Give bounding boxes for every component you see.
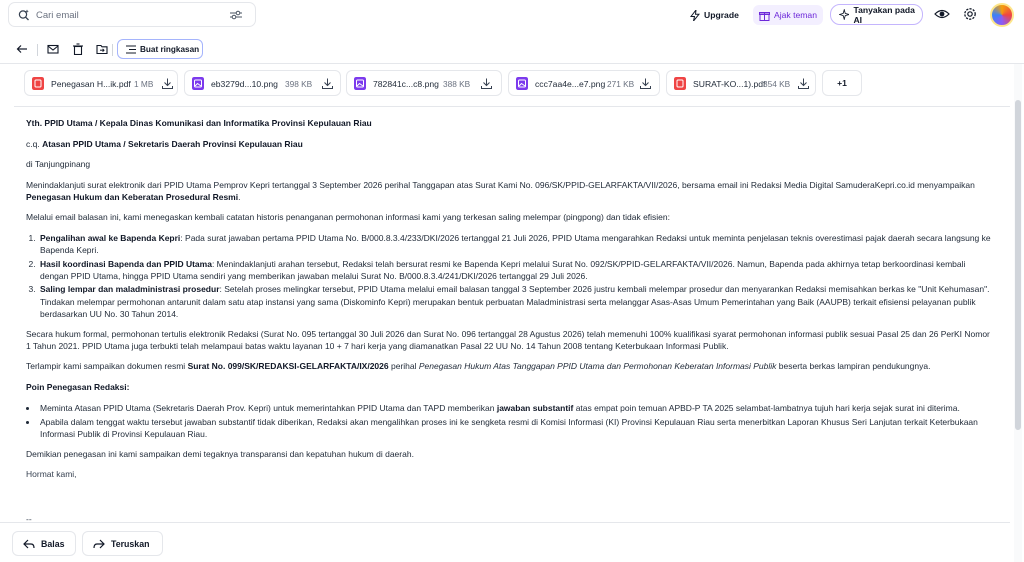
invite-friend-button[interactable]: Ajak teman: [753, 5, 823, 25]
search-box[interactable]: Cari email: [8, 2, 256, 27]
toolbar-divider: [112, 44, 113, 56]
attached-text: Terlampir kami sampaikan dokumen resmi: [26, 361, 188, 372]
gear-icon[interactable]: [962, 6, 978, 22]
download-icon[interactable]: [322, 78, 333, 89]
download-icon[interactable]: [481, 78, 492, 89]
bullet-text: atas empat poin temuan APBD-P TA 2025 se…: [573, 402, 960, 413]
attachment-chip[interactable]: Penegasan H...ik.pdf 1 MB: [24, 70, 178, 96]
attachment-chip[interactable]: 782841c...c8.png 388 KB: [346, 70, 502, 96]
avatar[interactable]: [990, 3, 1014, 27]
attachment-chip[interactable]: SURAT-KO...1).pdf 354 KB: [666, 70, 816, 96]
toolbar-divider: [37, 44, 38, 56]
point-title: Hasil koordinasi Bapenda dan PPID Utama: [40, 258, 212, 269]
more-attachments-button[interactable]: +1: [822, 70, 862, 96]
pdf-file-icon: [32, 77, 44, 90]
upgrade-button[interactable]: Upgrade: [690, 5, 739, 25]
attached-text: beserta berkas lampiran pendukungnya.: [776, 361, 931, 372]
list-item: Apabila dalam tenggat waktu tersebut jaw…: [38, 416, 992, 440]
trash-icon[interactable]: [72, 43, 84, 55]
attachment-name: eb3279d...10.png: [211, 79, 278, 89]
bullet-text: Meminta Atasan PPID Utama (Sekretaris Da…: [40, 402, 497, 413]
attachment-size: 1 MB: [134, 79, 154, 89]
header-divider: [0, 63, 1024, 64]
attachment-size: 388 KB: [443, 79, 471, 89]
reply-bar: Balas Teruskan: [0, 522, 1010, 562]
recipient-line: Yth. PPID Utama / Kepala Dinas Komunikas…: [26, 118, 372, 128]
scrollbar-thumb[interactable]: [1015, 100, 1021, 430]
attachment-size: 271 KB: [607, 79, 635, 89]
bullet-emphasis: jawaban substantif: [496, 402, 574, 413]
location-line: di Tanjungpinang: [26, 159, 91, 170]
download-icon[interactable]: [162, 78, 173, 89]
point-title: Pengalihan awal ke Bapenda Kepri: [40, 233, 181, 244]
attachments-divider: [14, 106, 1010, 107]
points-heading: Poin Penegasan Redaksi:: [26, 382, 130, 392]
pdf-file-icon: [674, 77, 686, 90]
forward-button[interactable]: Teruskan: [82, 531, 163, 556]
download-icon[interactable]: [798, 78, 809, 89]
eye-icon[interactable]: [934, 7, 950, 21]
attachment-size: 398 KB: [285, 79, 313, 89]
attachment-name: SURAT-KO...1).pdf: [693, 79, 766, 89]
image-file-icon: [192, 77, 204, 90]
image-file-icon: [354, 77, 366, 90]
intro-paragraph: Menindaklanjuti surat elektronik dari PP…: [26, 179, 992, 203]
search-input[interactable]: Cari email: [36, 10, 79, 21]
attached-text: perihal: [388, 361, 419, 372]
image-file-icon: [516, 77, 528, 90]
filter-settings-icon[interactable]: [230, 10, 242, 20]
intro-emphasis: Penegasan Hukum dan Keberatan Prosedural…: [26, 191, 239, 202]
gift-icon: [759, 11, 770, 21]
list-item: Meminta Atasan PPID Utama (Sekretaris Da…: [38, 402, 992, 414]
mail-icon[interactable]: [47, 43, 59, 55]
back-arrow-icon[interactable]: [16, 43, 28, 55]
regards-line: Hormat kami,: [26, 469, 77, 480]
email-body: Yth. PPID Utama / Kepala Dinas Komunikas…: [26, 117, 992, 489]
cq-prefix: c.q.: [26, 138, 43, 149]
reply-button[interactable]: Balas: [12, 531, 76, 556]
attachment-size: 354 KB: [763, 79, 791, 89]
pingpong-paragraph: Melalui email balasan ini, kami menegask…: [26, 212, 670, 223]
list-item: Pengalihan awal ke Bapenda Kepri: Pada s…: [38, 232, 992, 256]
summarize-label: Buat ringkasan: [140, 44, 200, 54]
attached-subject: Penegasan Hukum Atas Tanggapan PPID Utam…: [418, 361, 777, 372]
reply-icon: [23, 539, 35, 548]
attached-paragraph: Terlampir kami sampaikan dokumen resmi S…: [26, 360, 992, 372]
invite-label: Ajak teman: [774, 10, 817, 20]
attachment-name: 782841c...c8.png: [373, 79, 439, 89]
download-icon[interactable]: [640, 78, 651, 89]
list-item: Hasil koordinasi Bapenda dan PPID Utama:…: [38, 258, 992, 282]
history-list: Pengalihan awal ke Bapenda Kepri: Pada s…: [38, 232, 992, 320]
attachment-name: ccc7aa4e...e7.png: [535, 79, 606, 89]
sparkle-icon: [839, 9, 850, 20]
reply-label: Balas: [41, 538, 65, 549]
summarize-button[interactable]: Buat ringkasan: [117, 39, 203, 59]
ask-ai-label: Tanyakan pada AI: [853, 4, 915, 25]
list-icon: [126, 45, 136, 53]
forward-label: Teruskan: [111, 538, 150, 549]
attached-letter-number: Surat No. 099/SK/REDAKSI-GELARFAKTA/IX/2…: [187, 361, 389, 372]
points-list: Meminta Atasan PPID Utama (Sekretaris Da…: [38, 402, 992, 440]
list-item: Saling lempar dan maladministrasi prosed…: [38, 283, 992, 319]
intro-end: .: [238, 191, 241, 202]
ask-ai-button[interactable]: Tanyakan pada AI: [830, 4, 923, 25]
point-title: Saling lempar dan maladministrasi prosed…: [40, 284, 220, 295]
top-bar: Cari email Upgrade Ajak teman Tanyakan p…: [0, 0, 1024, 30]
lightning-icon: [690, 9, 700, 21]
attachment-name: Penegasan H...ik.pdf: [51, 79, 131, 89]
legal-paragraph: Secara hukum formal, permohonan tertulis…: [26, 328, 990, 351]
recipient-secondary: Atasan PPID Utama / Sekretaris Daerah Pr…: [42, 138, 303, 149]
closing-paragraph: Demikian penegasan ini kami sampaikan de…: [26, 448, 414, 459]
upgrade-label: Upgrade: [704, 10, 739, 20]
intro-text: Menindaklanjuti surat elektronik dari PP…: [26, 179, 975, 190]
attachment-chip[interactable]: ccc7aa4e...e7.png 271 KB: [508, 70, 660, 96]
search-sparkle-icon: [18, 9, 29, 21]
move-folder-icon[interactable]: [96, 43, 108, 55]
point-text: : Pada surat jawaban pertama PPID Utama …: [40, 233, 991, 256]
attachment-chip[interactable]: eb3279d...10.png 398 KB: [184, 70, 341, 96]
message-toolbar: Buat ringkasan: [0, 38, 1024, 62]
forward-icon: [93, 539, 105, 548]
